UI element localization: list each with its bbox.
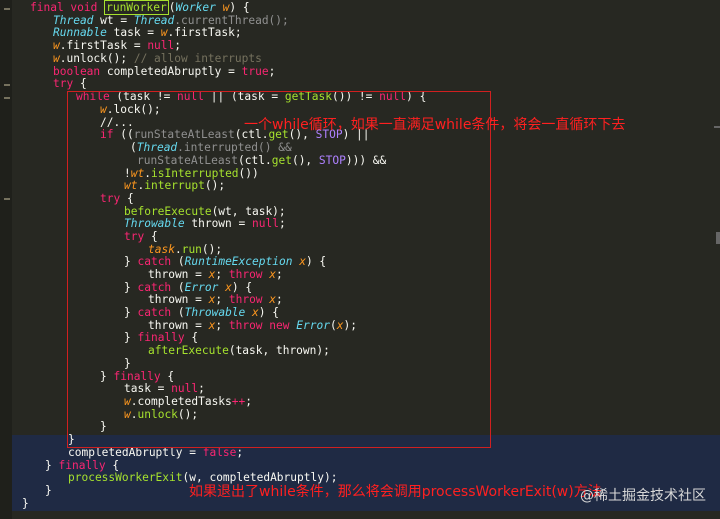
fold-marker[interactable]: [4, 8, 10, 10]
while-loop-highlight-box: [67, 91, 491, 448]
editor-gutter: [0, 0, 12, 519]
fold-marker[interactable]: [4, 97, 10, 99]
fold-marker[interactable]: [4, 198, 10, 200]
exit-annotation: 如果退出了while条件，那么将会调用processWorkerExit(w)方…: [189, 484, 602, 500]
code-line: }: [22, 497, 29, 510]
fold-marker[interactable]: [4, 84, 10, 86]
code-line: w.firstTask = null;: [53, 39, 182, 52]
scrollbar-marker[interactable]: [714, 126, 720, 128]
watermark: @稀土掘金技术社区: [580, 488, 706, 504]
code-line: }: [45, 484, 52, 497]
code-line: final void runWorker (Worker w) {: [30, 0, 250, 15]
code-line: try {: [53, 77, 87, 90]
code-line: completedAbruptly = false;: [68, 446, 244, 459]
code-line: Runnable task = w.firstTask;: [53, 26, 242, 39]
scrollbar-thumb[interactable]: [716, 232, 720, 244]
while-loop-annotation: 一个while循环，如果一直满足while条件，将会一直循环下去: [244, 117, 626, 133]
code-line: w.unlock(); // allow interrupts: [53, 52, 262, 65]
